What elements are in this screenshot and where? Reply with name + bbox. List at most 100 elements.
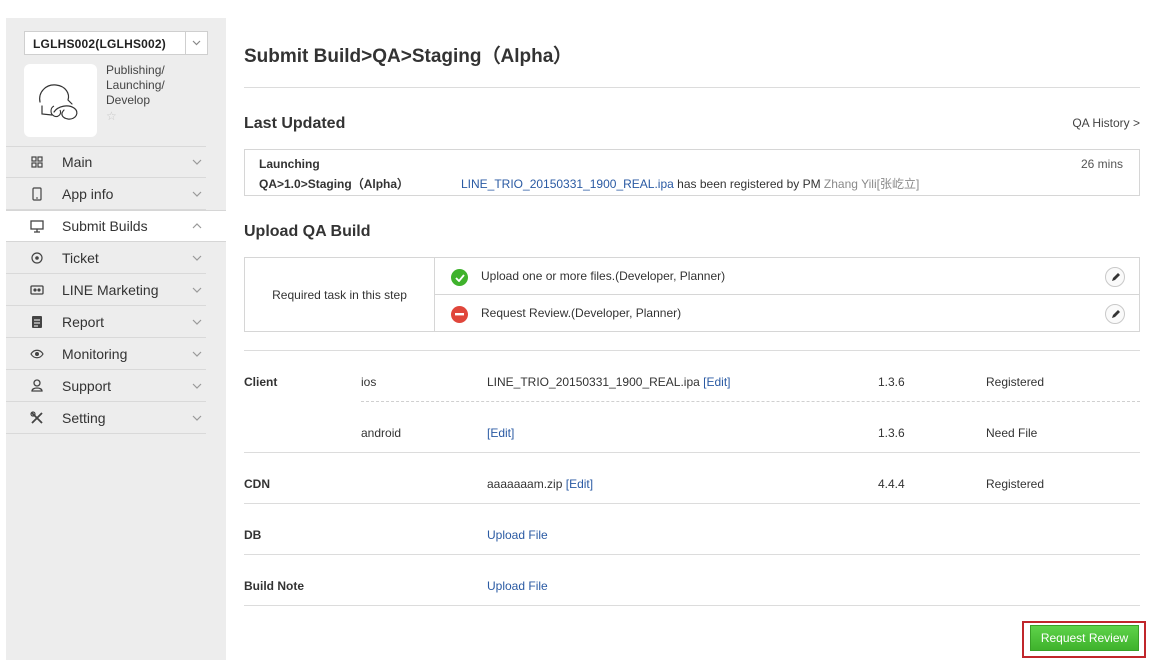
cdn-file: aaaaaaam.zip [Edit] (487, 477, 593, 491)
last-updated-heading: Last Updated (244, 115, 346, 132)
last-updated-box: Launching QA>1.0>Staging（Alpha） LINE_TRI… (244, 149, 1140, 196)
sidebar-item-label: LINE Marketing (62, 281, 159, 298)
sidebar-item-report[interactable]: Report (6, 306, 206, 338)
app-selector[interactable]: LGLHS002(LGLHS002) (24, 31, 208, 55)
cdn-status: Registered (986, 477, 1045, 491)
sidebar-item-label: Submit Builds (62, 218, 148, 234)
android-edit-link[interactable]: [Edit] (487, 426, 514, 440)
updated-file-link[interactable]: LINE_TRIO_20150331_1900_REAL.ipa (461, 177, 674, 191)
sidebar-item-setting[interactable]: Setting (6, 402, 206, 434)
table-row: android [Edit] 1.3.6 Need File (244, 406, 1140, 457)
table-row: DB Upload File (244, 508, 1140, 559)
db-label: DB (244, 528, 262, 542)
required-tasks-box: Required task in this step Upload one or… (244, 257, 1140, 332)
platform-android: android (361, 426, 402, 440)
person-icon (30, 379, 44, 393)
page-title: Submit Build>QA>Staging（Alpha） (244, 46, 573, 67)
sidebar-item-main[interactable]: Main (6, 146, 206, 178)
divider (244, 350, 1140, 351)
chevron-up-icon (192, 221, 202, 231)
tools-icon (30, 410, 44, 425)
sidebar-item-support[interactable]: Support (6, 370, 206, 402)
db-upload-link[interactable]: Upload File (487, 528, 548, 542)
minus-circle-icon (451, 306, 468, 323)
ios-version: 1.3.6 (878, 375, 905, 389)
phone-icon (30, 186, 44, 201)
pencil-icon[interactable] (1105, 267, 1125, 287)
ios-file-name: LINE_TRIO_20150331_1900_REAL.ipa (487, 375, 700, 389)
ios-status: Registered (986, 375, 1045, 389)
sidebar-item-line-marketing[interactable]: LINE Marketing (6, 274, 206, 306)
cdn-edit-link[interactable]: [Edit] (566, 477, 593, 491)
updated-message: LINE_TRIO_20150331_1900_REAL.ipa has bee… (461, 175, 919, 192)
platform-ios: ios (361, 375, 377, 389)
table-row: Build Note Upload File (244, 559, 1140, 610)
category-launching: Launching/ (106, 78, 165, 92)
android-status: Need File (986, 426, 1038, 440)
task-row: Request Review.(Developer, Planner) (435, 295, 1139, 331)
sidebar-nav: Main App info Submit Builds Ticket LINE … (6, 146, 226, 434)
report-icon (30, 315, 44, 329)
pm-name: Zhang Yili[张屹立] (823, 177, 920, 191)
chevron-down-icon (192, 381, 202, 391)
eye-icon (30, 347, 44, 361)
sidebar-item-app-info[interactable]: App info (6, 178, 206, 210)
divider (361, 401, 1140, 402)
sidebar: LGLHS002(LGLHS002) Publishing/ Launching… (6, 18, 226, 660)
table-row: CDN aaaaaaam.zip [Edit] 4.4.4 Registered (244, 457, 1140, 508)
sidebar-item-ticket[interactable]: Ticket (6, 242, 206, 274)
favorite-star-icon[interactable]: ☆ (106, 109, 117, 123)
task-text: Request Review.(Developer, Planner) (481, 306, 682, 320)
chevron-down-icon (192, 317, 202, 327)
sidebar-item-label: Setting (62, 409, 106, 426)
qa-history-link[interactable]: QA History > (1072, 116, 1140, 130)
check-circle-icon (451, 269, 468, 286)
sidebar-item-label: Report (62, 313, 105, 330)
upload-qa-build-heading: Upload QA Build (244, 223, 371, 240)
updated-message-text: has been registered by PM (673, 177, 824, 191)
divider (244, 452, 1140, 453)
client-label: Client (244, 375, 278, 389)
cdn-file-name: aaaaaaam.zip (487, 477, 563, 491)
android-file: [Edit] (487, 426, 514, 440)
chevron-down-icon (192, 349, 202, 359)
divider (244, 87, 1140, 88)
table-row: Client ios LINE_TRIO_20150331_1900_REAL.… (244, 355, 1140, 406)
request-review-button[interactable]: Request Review (1030, 625, 1139, 651)
cdn-version: 4.4.4 (878, 477, 905, 491)
build-note-upload-link[interactable]: Upload File (487, 579, 548, 593)
chevron-down-icon (192, 189, 202, 199)
chevron-down-icon (192, 285, 202, 295)
pencil-icon[interactable] (1105, 304, 1125, 324)
sidebar-item-submit-builds[interactable]: Submit Builds (6, 210, 226, 242)
category-publishing: Publishing/ (106, 63, 165, 77)
grid-icon (30, 155, 44, 169)
updated-time: 26 mins (1080, 157, 1123, 171)
ios-file: LINE_TRIO_20150331_1900_REAL.ipa [Edit] (487, 375, 731, 389)
divider (244, 605, 1140, 606)
divider (244, 503, 1140, 504)
chevron-down-icon (192, 253, 202, 263)
required-task-label: Required task in this step (245, 258, 435, 331)
chevron-down-icon (192, 413, 202, 423)
app-category: Publishing/ Launching/ Develop (106, 63, 196, 108)
chevron-down-icon[interactable] (185, 32, 207, 54)
app-selector-value: LGLHS002(LGLHS002) (33, 37, 166, 51)
sidebar-item-label: Monitoring (62, 345, 128, 362)
sidebar-item-label: Main (62, 154, 93, 170)
build-note-label: Build Note (244, 579, 304, 593)
android-version: 1.3.6 (878, 426, 905, 440)
cdn-label: CDN (244, 477, 270, 491)
ticket-icon (30, 283, 44, 297)
updated-stage: Launching (259, 157, 320, 171)
monitor-icon (30, 219, 44, 233)
sidebar-item-label: Ticket (62, 249, 99, 266)
divider (244, 554, 1140, 555)
chevron-down-icon (192, 157, 202, 167)
task-text: Upload one or more files.(Developer, Pla… (481, 269, 726, 283)
ios-edit-link[interactable]: [Edit] (703, 375, 730, 389)
sidebar-item-monitoring[interactable]: Monitoring (6, 338, 206, 370)
main-content: Submit Build>QA>Staging（Alpha） Last Upda… (244, 0, 1140, 660)
category-develop: Develop (106, 93, 151, 107)
task-row: Upload one or more files.(Developer, Pla… (435, 258, 1139, 295)
